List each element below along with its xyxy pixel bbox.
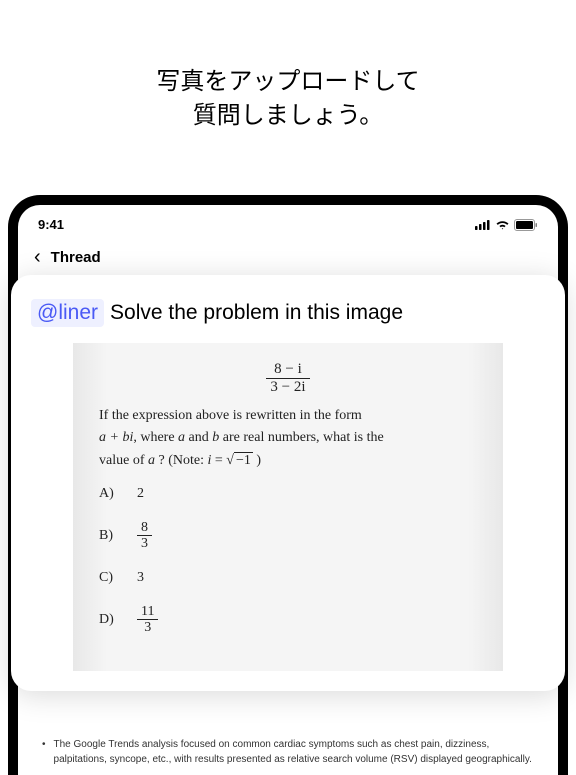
choice-c: C) 3: [99, 566, 477, 590]
headline-line2: 質問しましょう。: [193, 102, 384, 129]
status-time: 9:41: [38, 217, 64, 232]
mention-tag[interactable]: @liner: [31, 299, 104, 327]
back-chevron-icon[interactable]: ‹: [34, 246, 41, 269]
denominator: 3 − 2i: [266, 379, 309, 396]
numerator: 8 − i: [266, 361, 309, 379]
fraction: 8 − i 3 − 2i: [266, 361, 309, 395]
uploaded-image[interactable]: 8 − i 3 − 2i If the expression above is …: [73, 343, 503, 671]
math-formula: 8 − i 3 − 2i: [99, 361, 477, 395]
background-content: • The Google Trends analysis focused on …: [42, 737, 534, 767]
nav-header: ‹ Thread: [18, 240, 558, 275]
cellular-signal-icon: [475, 219, 491, 230]
answer-choices: A) 2 B) 8 3 C) 3 D) 11 3: [99, 482, 477, 635]
prompt-line: @liner Solve the problem in this image: [31, 299, 545, 327]
problem-statement: If the expression above is rewritten in …: [99, 405, 477, 472]
headline-line1: 写真をアップロードして: [156, 68, 419, 95]
status-bar: 9:41: [18, 205, 558, 240]
nav-title: Thread: [51, 249, 101, 266]
prompt-text: Solve the problem in this image: [110, 301, 403, 325]
battery-icon: [514, 219, 538, 231]
background-text: The Google Trends analysis focused on co…: [54, 737, 534, 767]
status-indicators: [475, 219, 538, 231]
choice-b: B) 8 3: [99, 520, 477, 552]
bullet-icon: •: [42, 737, 46, 767]
choice-a: A) 2: [99, 482, 477, 506]
marketing-headline: 写真をアップロードして 質問しましょう。: [0, 0, 576, 172]
choice-d: D) 11 3: [99, 604, 477, 636]
wifi-icon: [495, 219, 510, 230]
prompt-card: @liner Solve the problem in this image 8…: [11, 275, 565, 691]
